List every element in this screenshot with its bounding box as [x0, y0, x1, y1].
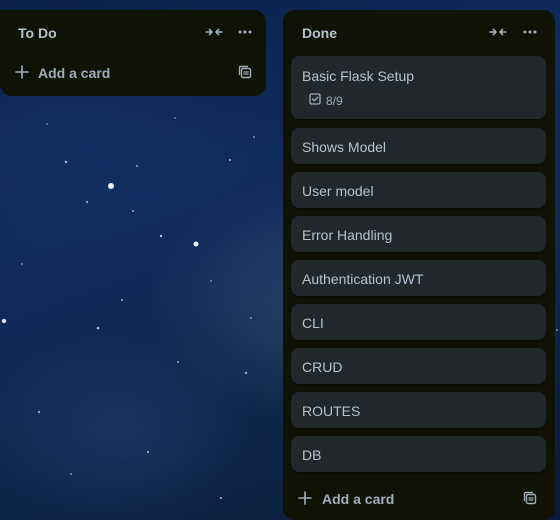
card-user-model[interactable]: User model — [291, 172, 546, 208]
card-title: ROUTES — [302, 403, 361, 419]
card-shows-model[interactable]: Shows Model — [291, 128, 546, 164]
card-title: DB — [302, 447, 322, 463]
card-template-icon[interactable] — [523, 491, 539, 507]
list-to-do: To Do Add a card — [0, 10, 266, 96]
add-card-button[interactable]: Add a card — [283, 483, 555, 513]
ellipsis-icon[interactable] — [234, 22, 256, 42]
collapse-arrows-icon[interactable] — [203, 22, 225, 42]
ellipsis-icon[interactable] — [519, 22, 541, 42]
list-title[interactable]: To Do — [18, 25, 57, 41]
card-basic-flask-setup[interactable]: Basic Flask Setup 8/9 — [291, 56, 546, 119]
plus-icon — [297, 490, 313, 506]
card-authentication-jwt[interactable]: Authentication JWT — [291, 260, 546, 296]
card-routes[interactable]: ROUTES — [291, 392, 546, 428]
card-title: Shows Model — [302, 139, 387, 155]
plus-icon — [14, 64, 30, 80]
card-title: CRUD — [302, 359, 343, 375]
list-header: Done — [283, 10, 555, 54]
list-title[interactable]: Done — [302, 25, 337, 41]
checklist-count: 8/9 — [326, 93, 343, 108]
card-title: Basic Flask Setup — [302, 68, 415, 84]
card-title: Authentication JWT — [302, 271, 424, 287]
add-card-label: Add a card — [38, 65, 111, 81]
checklist-icon — [309, 93, 321, 108]
add-card-button[interactable]: Add a card — [0, 57, 266, 87]
card-title: User model — [302, 183, 374, 199]
card-error-handling[interactable]: Error Handling — [291, 216, 546, 252]
card-db[interactable]: DB — [291, 436, 546, 472]
list-done: Done Basic Flask Setup 8/9 Shows Model U… — [283, 10, 555, 520]
collapse-arrows-icon[interactable] — [487, 22, 509, 42]
card-crud[interactable]: CRUD — [291, 348, 546, 384]
card-title: Error Handling — [302, 227, 393, 243]
add-card-label: Add a card — [322, 491, 395, 507]
card-cli[interactable]: CLI — [291, 304, 546, 340]
card-template-icon[interactable] — [238, 65, 254, 81]
checklist-badge: 8/9 — [309, 93, 343, 108]
card-title: CLI — [302, 315, 324, 331]
list-header: To Do — [0, 10, 266, 54]
